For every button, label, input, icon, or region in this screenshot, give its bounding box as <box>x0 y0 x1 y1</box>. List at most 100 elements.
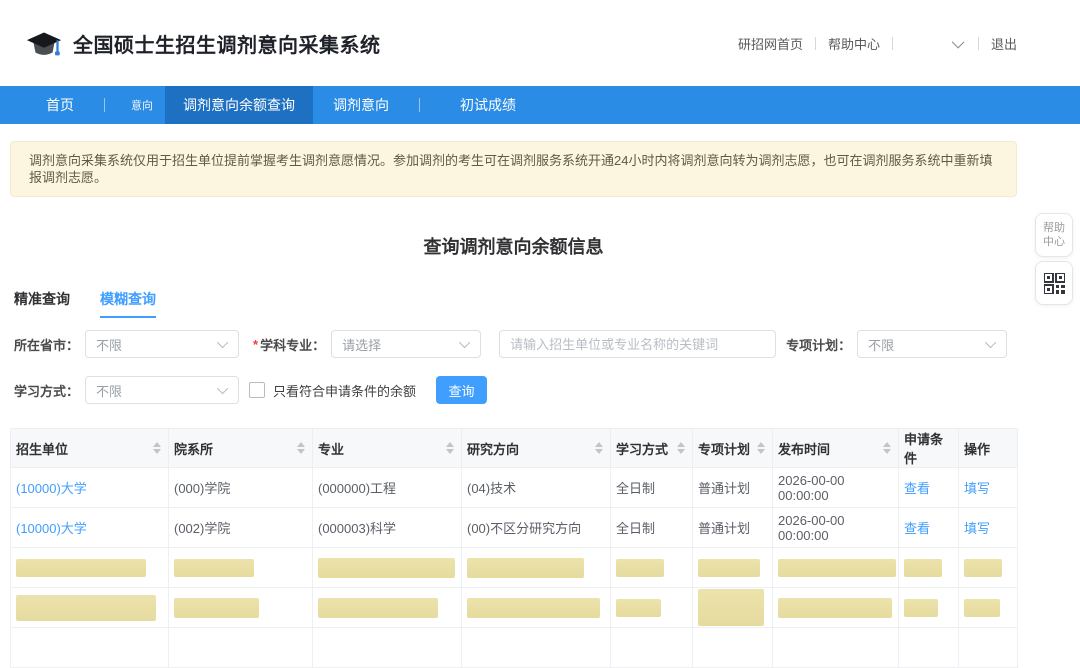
help-center-float-button[interactable]: 帮助 中心 <box>1035 213 1073 257</box>
sort-icon[interactable] <box>883 442 891 454</box>
view-link[interactable]: 查看 <box>904 521 930 536</box>
major-cell: (000000)工程 <box>313 468 462 508</box>
publish-time-cell: 2026-00-00 00:00:00 <box>773 468 899 508</box>
subject-select[interactable]: 请选择 <box>331 330 481 358</box>
main-nav: 首页 意向 调剂意向余额查询 调剂意向 初试成绩 <box>0 86 1080 124</box>
app-title: 全国硕士生招生调剂意向采集系统 <box>73 29 381 58</box>
fill-link[interactable]: 填写 <box>964 521 990 536</box>
study-mode-label: 学习方式： <box>14 381 79 400</box>
link-help-center[interactable]: 帮助中心 <box>828 34 880 53</box>
results-table: 招生单位 院系所 专业 研究方向 学习方式 专项计划 发布时间 申请条件 操作 … <box>10 428 1018 668</box>
redaction-mark <box>778 559 896 577</box>
sort-icon[interactable] <box>757 442 765 454</box>
publish-time-cell: 2026-00-00 00:00:00 <box>773 508 899 548</box>
unit-link[interactable]: (10000)大学 <box>16 521 87 536</box>
col-header-apply-condition: 申请条件 <box>899 429 959 468</box>
form-row-1: 所在省市： 不限 * 学科专业： 请选择 专项计划： 不限 <box>14 330 1017 358</box>
notice-banner: 调剂意向采集系统仅用于招生单位提前掌握考生调剂意愿情况。参加调剂的考生可在调剂服… <box>10 141 1017 197</box>
direction-cell: (00)不区分研究方向 <box>462 508 611 548</box>
table-row-redacted <box>11 548 1018 588</box>
search-button[interactable]: 查询 <box>436 376 487 404</box>
nav-item-adjust-intention[interactable]: 调剂意向 <box>317 86 405 124</box>
qr-code-float-button[interactable] <box>1035 261 1073 305</box>
top-header: 全国硕士生招生调剂意向采集系统 研招网首页 帮助中心 退出 <box>0 0 1080 86</box>
sort-icon[interactable] <box>677 442 685 454</box>
table-row-partial <box>11 628 1018 668</box>
chevron-down-icon <box>459 337 470 348</box>
redaction-mark <box>698 559 760 577</box>
form-row-2: 学习方式： 不限 只看符合申请条件的余额 查询 <box>14 376 1017 404</box>
filter-checkbox-label: 只看符合申请条件的余额 <box>273 381 416 400</box>
required-mark: * <box>253 337 258 352</box>
sort-icon[interactable] <box>446 442 454 454</box>
brand: 全国硕士生招生调剂意向采集系统 <box>25 27 381 59</box>
col-header-major[interactable]: 专业 <box>313 429 462 468</box>
sort-icon[interactable] <box>595 442 603 454</box>
redaction-mark <box>964 599 1000 617</box>
col-header-publish-time[interactable]: 发布时间 <box>773 429 899 468</box>
redaction-mark <box>16 559 146 577</box>
col-header-actions: 操作 <box>959 429 1018 468</box>
query-tabs: 精准查询 模糊查询 <box>14 289 1017 318</box>
help-center-float-label: 帮助 中心 <box>1043 221 1065 249</box>
filter-checkbox[interactable] <box>249 382 265 398</box>
plan-cell: 普通计划 <box>693 468 773 508</box>
query-form: 所在省市： 不限 * 学科专业： 请选择 专项计划： 不限 学习方式： 不限 只… <box>14 330 1017 404</box>
subject-select-placeholder: 请选择 <box>342 335 381 354</box>
province-select-value: 不限 <box>96 335 122 354</box>
plan-cell: 普通计划 <box>693 508 773 548</box>
table-header-row: 招生单位 院系所 专业 研究方向 学习方式 专项计划 发布时间 申请条件 操作 <box>11 429 1018 468</box>
nav-item-initial-score[interactable]: 初试成绩 <box>444 86 532 124</box>
table-row: (10000)大学 (002)学院 (000003)科学 (00)不区分研究方向… <box>11 508 1018 548</box>
username-text <box>905 37 941 50</box>
redaction-mark <box>16 595 156 621</box>
col-header-study-mode[interactable]: 学习方式 <box>611 429 693 468</box>
sort-icon[interactable] <box>297 442 305 454</box>
redaction-mark <box>778 598 892 618</box>
chevron-down-icon[interactable] <box>952 35 965 48</box>
divider <box>815 37 816 50</box>
redaction-mark <box>904 599 938 617</box>
study-mode-select[interactable]: 不限 <box>85 376 239 404</box>
redaction-mark <box>318 558 455 578</box>
redaction-mark <box>174 598 259 618</box>
table-row-redacted <box>11 588 1018 628</box>
link-yanzhao-home[interactable]: 研招网首页 <box>738 34 803 53</box>
tab-precise-query[interactable]: 精准查询 <box>14 289 70 318</box>
view-link[interactable]: 查看 <box>904 481 930 496</box>
redaction-mark <box>174 559 254 577</box>
redaction-mark <box>467 598 600 618</box>
redaction-mark <box>904 559 942 577</box>
redaction-mark <box>467 558 584 578</box>
special-plan-label: 专项计划： <box>786 335 851 354</box>
nav-item-balance-query[interactable]: 调剂意向余额查询 <box>165 86 313 124</box>
chevron-down-icon <box>217 337 228 348</box>
logout-link[interactable]: 退出 <box>991 34 1017 53</box>
unit-link[interactable]: (10000)大学 <box>16 481 87 496</box>
study-mode-select-value: 不限 <box>96 381 122 400</box>
graduation-cap-icon <box>25 27 63 59</box>
qr-code-icon <box>1044 273 1065 294</box>
table-row: (10000)大学 (000)学院 (000000)工程 (04)技术 全日制 … <box>11 468 1018 508</box>
nav-item-home[interactable]: 首页 <box>30 86 90 124</box>
redaction-mark <box>616 599 661 617</box>
province-label: 所在省市： <box>14 335 79 354</box>
nav-item-intention[interactable]: 意向 <box>119 86 165 124</box>
chevron-down-icon <box>985 337 996 348</box>
fill-link[interactable]: 填写 <box>964 481 990 496</box>
sort-icon[interactable] <box>153 442 161 454</box>
col-header-direction[interactable]: 研究方向 <box>462 429 611 468</box>
special-plan-select-value: 不限 <box>868 335 894 354</box>
subject-label: 学科专业： <box>260 335 325 354</box>
col-header-department[interactable]: 院系所 <box>169 429 313 468</box>
redaction-mark <box>698 589 764 626</box>
divider <box>419 98 420 112</box>
tab-fuzzy-query[interactable]: 模糊查询 <box>100 289 156 318</box>
chevron-down-icon <box>217 383 228 394</box>
col-header-plan[interactable]: 专项计划 <box>693 429 773 468</box>
province-select[interactable]: 不限 <box>85 330 239 358</box>
major-cell: (000003)科学 <box>313 508 462 548</box>
keyword-input[interactable] <box>499 330 776 358</box>
special-plan-select[interactable]: 不限 <box>857 330 1007 358</box>
col-header-unit[interactable]: 招生单位 <box>11 429 169 468</box>
